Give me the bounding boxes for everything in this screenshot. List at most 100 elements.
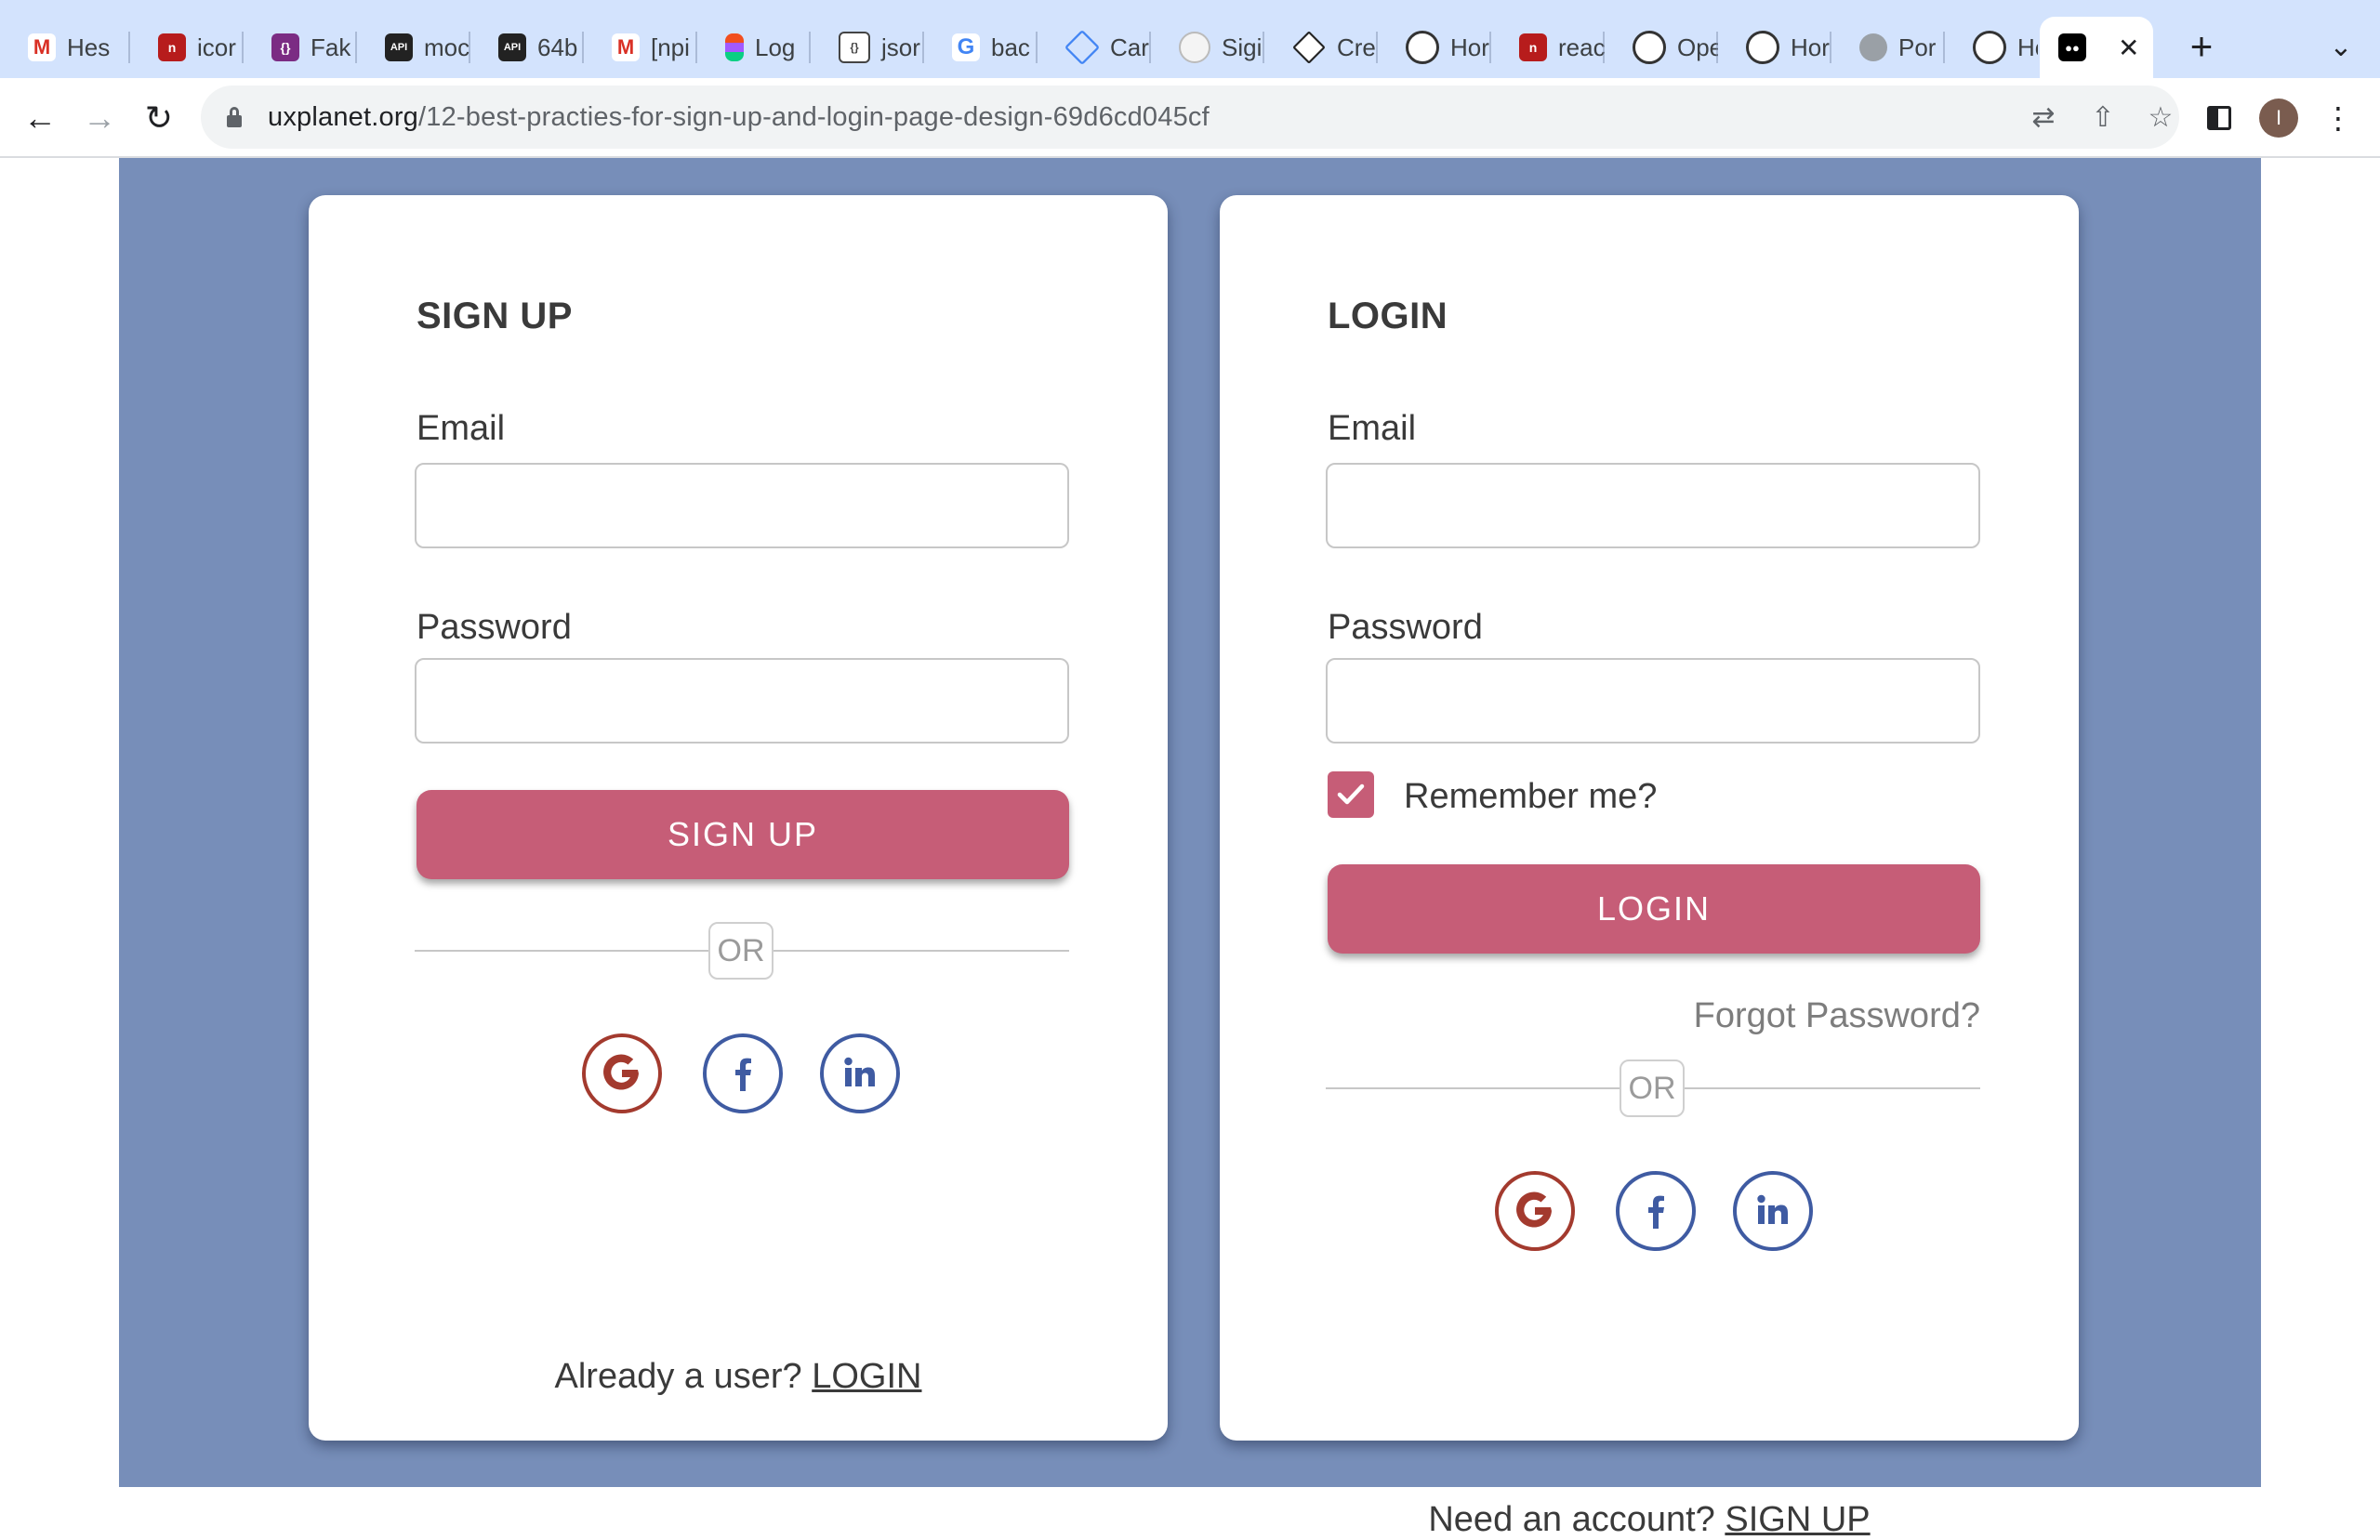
tab-label: reac <box>1558 33 1605 61</box>
new-tab-button[interactable]: + <box>2175 20 2228 72</box>
browser-tab[interactable]: Cre <box>1264 17 1378 78</box>
google-g-glyph <box>1516 1191 1552 1228</box>
url-path: /12-best-practies-for-sign-up-and-login-… <box>418 101 1210 132</box>
go-to-login-link[interactable]: LOGIN <box>812 1357 921 1396</box>
signup-email-label: Email <box>416 409 506 448</box>
diamond-icon <box>1064 29 1101 66</box>
url-host: uxplanet.org <box>268 101 419 132</box>
tab-label: 64b <box>537 33 578 61</box>
browser-tab[interactable]: M [npi <box>584 17 697 78</box>
google-icon[interactable] <box>582 1033 662 1113</box>
browser-tab[interactable]: Por <box>1831 17 1945 78</box>
browser-tab[interactable]: API moc <box>357 17 470 78</box>
tab-label: Hor <box>2017 33 2038 61</box>
login-title: LOGIN <box>1328 296 1448 336</box>
login-footer-text: Need an account? <box>1428 1500 1715 1539</box>
tab-label: Ope <box>1677 33 1718 61</box>
browser-tab[interactable]: G bac <box>924 17 1038 78</box>
chatgpt-icon <box>1973 31 2006 64</box>
browser-tab[interactable]: API 64b <box>470 17 584 78</box>
linkedin-icon[interactable] <box>1733 1171 1813 1251</box>
gmail-icon: M <box>612 33 640 61</box>
tab-label: Fak <box>311 33 351 61</box>
red-n-icon: n <box>158 33 186 61</box>
browser-tab-active[interactable]: ●● ✕ <box>2040 17 2153 78</box>
tab-label: Sigi <box>1222 33 1263 61</box>
tab-label: moc <box>424 33 470 61</box>
avatar: I <box>2259 99 2298 138</box>
browser-tab[interactable]: Car <box>1038 17 1151 78</box>
json-icon: {} <box>839 32 870 63</box>
signup-or-badge: OR <box>708 922 774 980</box>
tab-label: Car <box>1110 33 1149 61</box>
tab-strip: M Hes n icor {} Fak API moc API 64b M [n… <box>0 0 2380 78</box>
side-panel-icon[interactable] <box>2196 95 2242 141</box>
url-text[interactable]: uxplanet.org/12-best-practies-for-sign-u… <box>268 102 1210 133</box>
fake-icon: {} <box>271 33 299 61</box>
back-arrow-icon[interactable]: ← <box>17 95 63 141</box>
forgot-password-link[interactable]: Forgot Password? <box>1694 996 1980 1036</box>
address-bar[interactable]: uxplanet.org/12-best-practies-for-sign-u… <box>201 86 2179 149</box>
chatgpt-icon <box>1406 31 1439 64</box>
reload-icon[interactable]: ↻ <box>136 95 182 141</box>
remember-me-label[interactable]: Remember me? <box>1404 777 1657 817</box>
browser-tab[interactable]: n reac <box>1491 17 1605 78</box>
facebook-icon[interactable] <box>703 1033 783 1113</box>
chatgpt-icon <box>1633 31 1666 64</box>
linkedin-icon[interactable] <box>820 1033 900 1113</box>
signup-email-field[interactable] <box>415 463 1069 548</box>
tab-label: bac <box>991 33 1030 61</box>
login-or-badge: OR <box>1620 1060 1685 1117</box>
forward-arrow-icon[interactable]: → <box>76 95 123 141</box>
tab-search-chevron-icon[interactable]: ⌄ <box>2315 20 2367 72</box>
signup-title: SIGN UP <box>416 296 573 336</box>
tab-label: Por <box>1898 33 1937 61</box>
more-menu-icon[interactable]: ⋮ <box>2315 95 2361 141</box>
tab-label: Log <box>755 33 796 61</box>
gmail-icon: M <box>28 33 56 61</box>
browser-tab[interactable]: Hor <box>1378 17 1491 78</box>
login-button[interactable]: LOGIN <box>1328 864 1980 954</box>
translate-icon[interactable]: ⇄ <box>2025 99 2062 136</box>
mockapi-icon: API <box>498 33 526 61</box>
browser-tab[interactable]: Sigi <box>1151 17 1264 78</box>
profile-button[interactable]: I <box>2255 95 2302 141</box>
browser-tab[interactable]: Hor <box>1718 17 1831 78</box>
remember-me-checkbox[interactable] <box>1328 771 1374 818</box>
figma-icon <box>725 33 744 61</box>
lock-icon[interactable] <box>227 107 242 127</box>
login-card: LOGIN Email Password Remember me? LOGIN … <box>1220 195 2079 1539</box>
linkedin-in-glyph <box>844 1057 875 1086</box>
login-password-label: Password <box>1328 608 1483 647</box>
tab-label: Hor <box>1450 33 1489 61</box>
browser-tab[interactable]: n icor <box>130 17 244 78</box>
login-footer-line: Need an account? SIGN UP <box>1220 1500 2079 1540</box>
tab-label: Cre <box>1337 33 1376 61</box>
github-icon <box>1179 32 1210 63</box>
signup-footer-line: Already a user? LOGIN <box>309 1357 1168 1397</box>
close-tab-icon[interactable]: ✕ <box>2118 33 2139 63</box>
go-to-signup-link[interactable]: SIGN UP <box>1725 1500 1870 1539</box>
browser-tab[interactable]: {} jsor <box>811 17 924 78</box>
browser-toolbar: ← → ↻ uxplanet.org/12-best-practies-for-… <box>0 78 2380 158</box>
facebook-icon[interactable] <box>1616 1171 1696 1251</box>
browser-tab[interactable]: {} Fak <box>244 17 357 78</box>
signup-card: SIGN UP Email Password SIGN UP OR Alread… <box>309 195 1168 1441</box>
login-email-field[interactable] <box>1326 463 1980 548</box>
globe-icon <box>1859 33 1887 61</box>
mockapi-icon: API <box>385 33 413 61</box>
signup-button[interactable]: SIGN UP <box>416 790 1069 879</box>
browser-tab[interactable]: M Hes <box>0 17 130 78</box>
share-icon[interactable]: ⇧ <box>2084 99 2122 136</box>
tab-label: Hor <box>1791 33 1830 61</box>
checkmark-icon <box>1337 783 1365 805</box>
signup-password-field[interactable] <box>415 658 1069 744</box>
browser-tab[interactable]: Hor <box>1945 17 2038 78</box>
browser-tab[interactable]: Ope <box>1605 17 1718 78</box>
google-icon[interactable] <box>1495 1171 1575 1251</box>
bookmark-star-icon[interactable]: ☆ <box>2142 99 2179 136</box>
login-password-field[interactable] <box>1326 658 1980 744</box>
browser-tab[interactable]: Log <box>697 17 811 78</box>
linkedin-in-glyph <box>1757 1194 1788 1224</box>
facebook-f-glyph <box>1648 1195 1664 1229</box>
